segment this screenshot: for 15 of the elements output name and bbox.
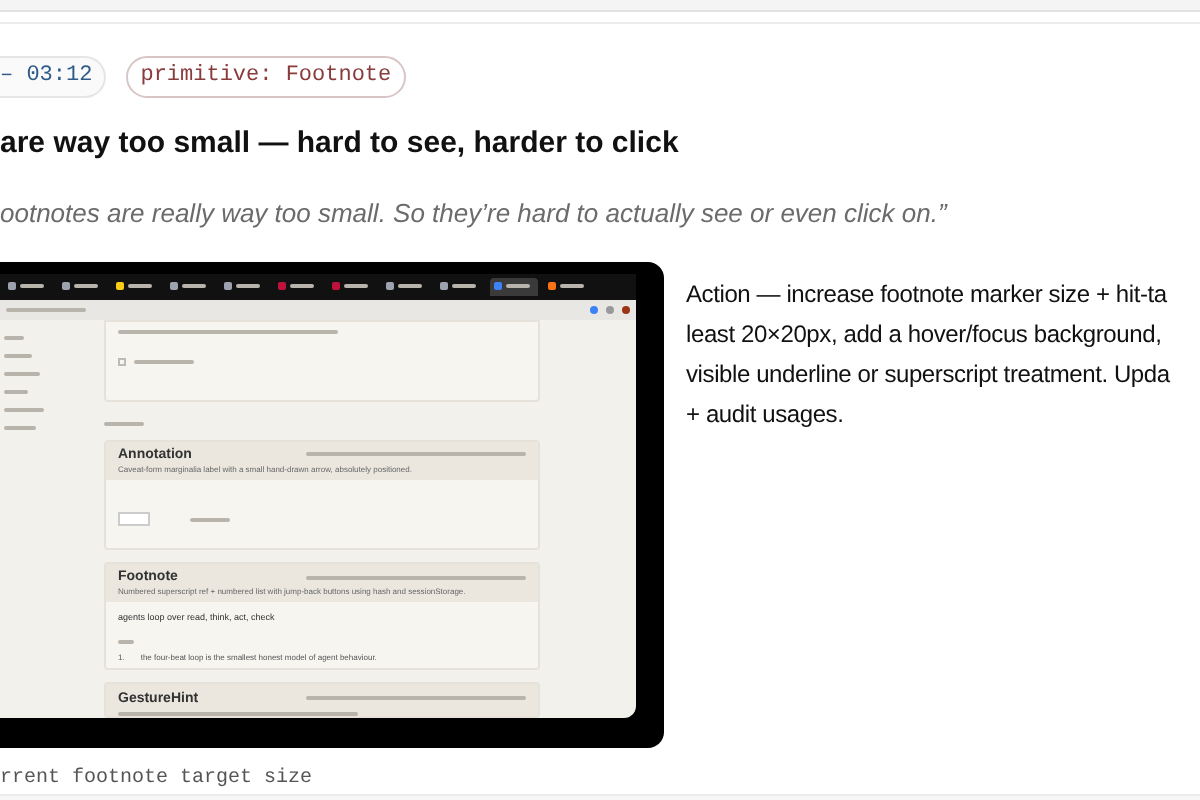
checkbox[interactable] xyxy=(118,357,126,365)
timestamp-tag: – 03:12 xyxy=(0,56,107,97)
browser-tab[interactable] xyxy=(490,277,538,295)
blurred-text xyxy=(190,517,230,522)
target-chip xyxy=(118,512,150,527)
primitive-tag: primitive: Footnote xyxy=(126,56,406,97)
action-text-line: visible underline or superscript treatment. Upda xyxy=(686,357,1170,391)
section-heading: are way too small — hard to see, harder to click xyxy=(0,123,681,163)
action-text-line: least 20×20px, add a hover/focus background, xyxy=(686,317,1164,351)
image-caption: rrent footnote target size xyxy=(0,765,315,793)
action-text-line: Action — increase footnote marker size + hit-ta xyxy=(686,277,1169,311)
quote-text: ootnotes are really way too small. So they’re hard to actually see or even click on.” xyxy=(0,196,950,232)
blurred-text xyxy=(118,640,134,645)
blurred-text xyxy=(104,421,144,426)
action-text-line: + audit usages. xyxy=(686,397,846,431)
